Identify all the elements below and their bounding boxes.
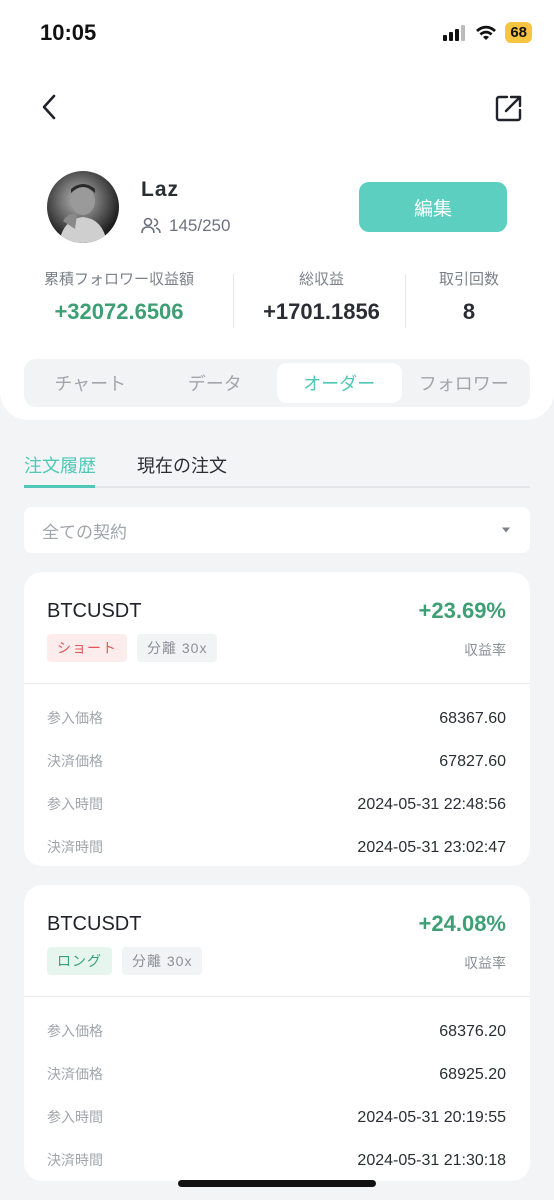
detail-value: 2024-05-31 23:02:47 xyxy=(357,839,506,856)
detail-row: 参入時間 2024-05-31 22:48:56 xyxy=(24,784,530,827)
order-card[interactable]: BTCUSDT ロング 分離 30x +24.08% 収益率 参入価格 6837… xyxy=(24,885,530,1181)
detail-value: 2024-05-31 21:30:18 xyxy=(357,1152,506,1169)
users-icon xyxy=(141,217,161,234)
tab-data[interactable]: データ xyxy=(153,363,278,403)
order-subtabs: 注文履歴 現在の注文 xyxy=(24,452,530,488)
detail-label: 参入時間 xyxy=(47,796,103,812)
contract-filter-select[interactable]: 全ての契約 xyxy=(24,507,530,553)
chevron-left-icon[interactable] xyxy=(36,92,66,122)
followers-value: 145/250 xyxy=(169,216,231,235)
stat-label: 取引回数 xyxy=(438,271,499,288)
stat-value: +32072.6506 xyxy=(54,299,184,324)
stat-follower-profit: 累積フォロワー収益額 +32072.6506 xyxy=(24,268,214,325)
margin-badge: 分離 30x xyxy=(137,634,218,662)
stat-total-profit: 総収益 +1701.1856 xyxy=(239,268,404,325)
edit-button[interactable]: 編集 xyxy=(359,182,507,232)
order-pair: BTCUSDT xyxy=(47,913,142,935)
detail-row: 参入価格 68367.60 xyxy=(24,698,530,741)
detail-row: 参入時間 2024-05-31 20:19:55 xyxy=(24,1097,530,1140)
subtab-current-orders[interactable]: 現在の注文 xyxy=(137,452,227,478)
order-card[interactable]: BTCUSDT ショート 分離 30x +23.69% 収益率 参入価格 683… xyxy=(24,572,530,866)
detail-label: 決済時間 xyxy=(47,1152,103,1168)
detail-label: 決済時間 xyxy=(47,839,103,855)
detail-value: 67827.60 xyxy=(439,753,506,770)
order-details: 参入価格 68367.60 決済価格 67827.60 参入時間 2024-05… xyxy=(24,684,530,870)
detail-value: 68367.60 xyxy=(439,710,506,727)
avatar-photo xyxy=(59,184,107,243)
stats-row: 累積フォロワー収益額 +32072.6506 総収益 +1701.1856 取引… xyxy=(24,268,530,330)
order-badges: ロング 分離 30x xyxy=(47,947,203,975)
avatar[interactable] xyxy=(47,171,119,243)
detail-row: 決済時間 2024-05-31 23:02:47 xyxy=(24,827,530,870)
stat-label: 累積フォロワー収益額 xyxy=(43,271,194,288)
stat-value: 8 xyxy=(462,299,476,324)
order-roi-label: 収益率 xyxy=(464,955,506,971)
detail-value: 2024-05-31 22:48:56 xyxy=(357,796,506,813)
detail-value: 68925.20 xyxy=(439,1066,506,1083)
tab-followers[interactable]: フォロワー xyxy=(402,363,527,403)
stat-label: 総収益 xyxy=(298,271,344,288)
contract-filter-label: 全ての契約 xyxy=(42,522,127,542)
detail-row: 決済価格 67827.60 xyxy=(24,741,530,784)
active-subtab-indicator xyxy=(24,485,95,488)
tab-chart[interactable]: チャート xyxy=(28,363,153,403)
detail-row: 決済価格 68925.20 xyxy=(24,1054,530,1097)
username: Laz xyxy=(141,178,180,201)
tab-orders[interactable]: オーダー xyxy=(277,363,402,403)
battery-icon: 68 xyxy=(505,22,532,43)
order-roi: +23.69% xyxy=(418,598,506,623)
detail-value: 2024-05-31 20:19:55 xyxy=(357,1109,506,1126)
order-roi: +24.08% xyxy=(418,911,506,936)
share-icon[interactable] xyxy=(494,93,524,123)
stat-value: +1701.1856 xyxy=(263,299,380,324)
profile-tabs: チャート データ オーダー フォロワー xyxy=(24,359,530,407)
detail-label: 参入価格 xyxy=(47,1023,103,1039)
detail-label: 参入価格 xyxy=(47,710,103,726)
signal-icon xyxy=(443,24,466,41)
detail-label: 参入時間 xyxy=(47,1109,103,1125)
side-badge: ショート xyxy=(47,634,127,662)
detail-row: 参入価格 68376.20 xyxy=(24,1011,530,1054)
detail-value: 68376.20 xyxy=(439,1023,506,1040)
followers-count: 145/250 xyxy=(141,216,230,236)
detail-label: 決済価格 xyxy=(47,1066,103,1082)
margin-badge: 分離 30x xyxy=(122,947,203,975)
order-details: 参入価格 68376.20 決済価格 68925.20 参入時間 2024-05… xyxy=(24,997,530,1183)
stat-trade-count: 取引回数 8 xyxy=(406,268,532,325)
detail-row: 決済時間 2024-05-31 21:30:18 xyxy=(24,1140,530,1183)
status-time: 10:05 xyxy=(40,20,97,45)
order-pair: BTCUSDT xyxy=(47,600,142,622)
home-indicator xyxy=(178,1180,376,1187)
order-badges: ショート 分離 30x xyxy=(47,634,218,662)
side-badge: ロング xyxy=(47,947,112,975)
status-icons: 68 xyxy=(443,22,532,43)
detail-label: 決済価格 xyxy=(47,753,103,769)
order-card-header: BTCUSDT ロング 分離 30x +24.08% 収益率 xyxy=(24,885,530,997)
subtab-order-history[interactable]: 注文履歴 xyxy=(24,452,96,478)
caret-down-icon xyxy=(502,527,510,533)
order-roi-label: 収益率 xyxy=(464,642,506,658)
divider xyxy=(233,274,234,328)
order-card-header: BTCUSDT ショート 分離 30x +23.69% 収益率 xyxy=(24,572,530,684)
wifi-icon xyxy=(476,25,497,40)
